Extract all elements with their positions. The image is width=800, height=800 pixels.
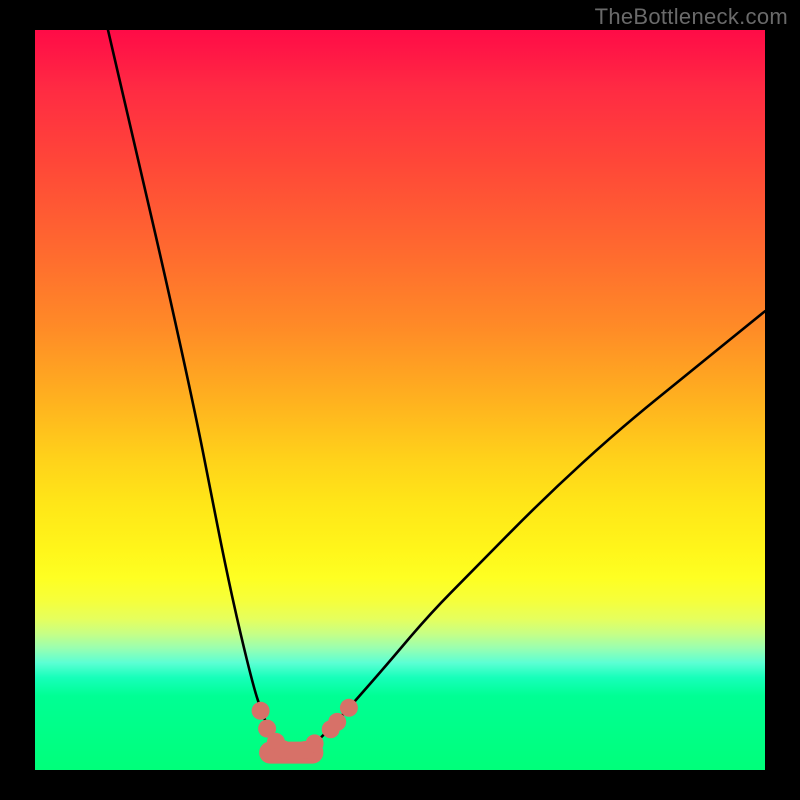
curve-marker [252,702,270,720]
curve-layer [35,30,765,770]
curve-marker [328,713,346,731]
curve-marker [340,699,358,717]
curve-marker [306,734,324,752]
chart-stage: TheBottleneck.com [0,0,800,800]
watermark-text: TheBottleneck.com [595,4,788,30]
bottleneck-curve [108,30,765,752]
plot-area [35,30,765,770]
